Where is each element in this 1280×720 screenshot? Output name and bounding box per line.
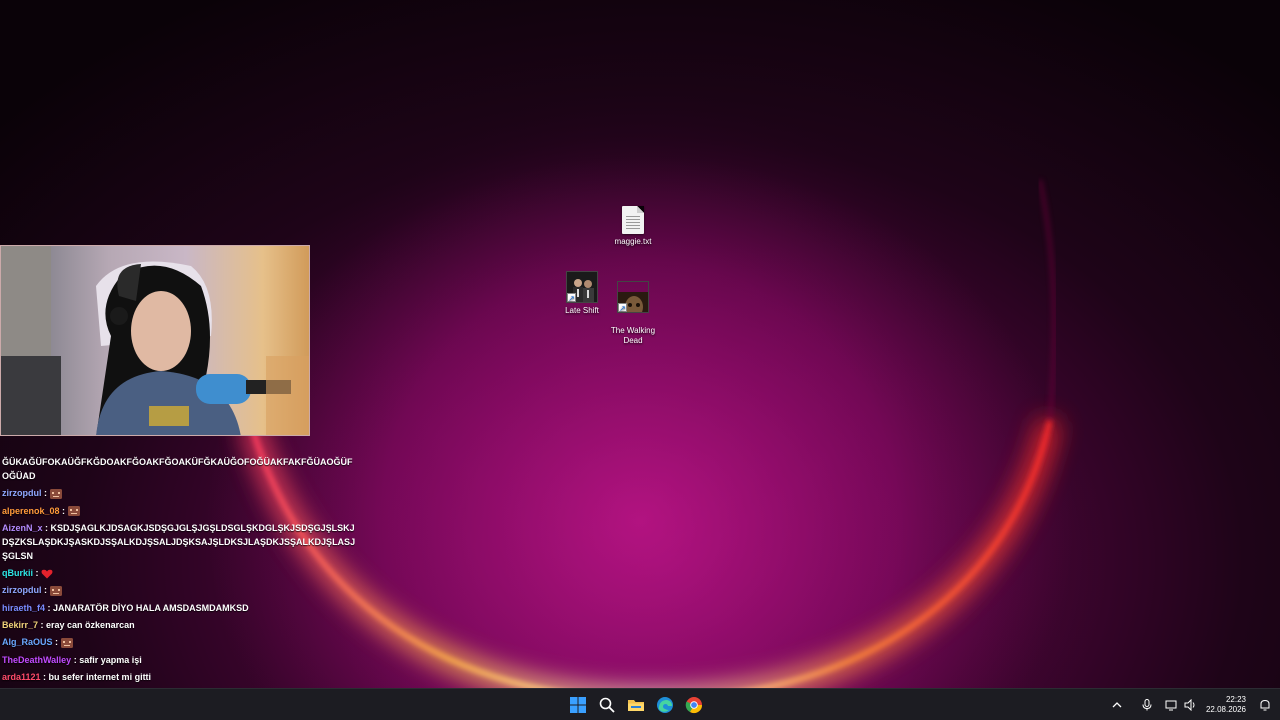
start-button[interactable] bbox=[568, 695, 588, 715]
search-button[interactable] bbox=[597, 695, 617, 715]
chat-separator: : bbox=[52, 637, 61, 648]
chat-separator: : bbox=[40, 671, 49, 682]
chat-separator: : bbox=[38, 620, 47, 631]
chat-username[interactable]: TheDeathWalley bbox=[2, 655, 71, 665]
chat-separator: : bbox=[42, 522, 51, 533]
show-hidden-icons-button[interactable] bbox=[1108, 696, 1126, 714]
chat-username[interactable]: Bekirr_7 bbox=[2, 620, 38, 630]
chat-separator: : bbox=[41, 585, 50, 596]
notification-icon bbox=[1260, 699, 1270, 711]
chat-message: Bekirr_7 : eray can özkenarcan bbox=[2, 618, 357, 632]
chat-username[interactable]: zirzopdul bbox=[2, 585, 42, 595]
desktop-icon-the-walking-dead[interactable]: ↗ The Walking Dead bbox=[603, 271, 663, 356]
chat-separator: : bbox=[33, 568, 42, 579]
volume-button[interactable] bbox=[1182, 696, 1200, 714]
chat-message: qBurkii : bbox=[2, 566, 357, 580]
chat-username[interactable]: alperenok_08 bbox=[2, 506, 60, 516]
face-emote-icon bbox=[49, 586, 62, 597]
chat-message: TheDeathWalley : safir yapma işi bbox=[2, 653, 357, 667]
chat-message: zirzopdul : bbox=[2, 583, 357, 597]
chat-username[interactable]: hiraeth_f4 bbox=[2, 603, 45, 613]
chat-username[interactable]: Alg_RaOUS bbox=[2, 637, 53, 647]
taskbar-apps bbox=[568, 689, 704, 720]
shortcut-arrow-icon: ↗ bbox=[567, 293, 576, 303]
chat-text: safir yapma işi bbox=[79, 654, 142, 665]
chat-separator: : bbox=[71, 654, 80, 665]
chat-username[interactable]: zirzopdul bbox=[2, 488, 42, 498]
clock-time: 22:23 bbox=[1225, 695, 1246, 704]
chat-username[interactable]: qBurkii bbox=[2, 568, 33, 578]
heart-icon bbox=[41, 569, 53, 579]
desktop-icon-label: The Walking Dead bbox=[610, 326, 656, 345]
system-tray: 22:23 22.08.2026 bbox=[1106, 689, 1280, 720]
file-explorer-button[interactable] bbox=[626, 695, 646, 715]
edge-button[interactable] bbox=[655, 695, 675, 715]
chat-message: Alg_RaOUS : bbox=[2, 635, 357, 649]
webcam-overlay bbox=[0, 245, 310, 436]
clock-date: 22.08.2026 bbox=[1205, 705, 1246, 714]
chat-separator: : bbox=[41, 488, 50, 499]
chrome-button[interactable] bbox=[684, 695, 704, 715]
notifications-button[interactable] bbox=[1256, 696, 1274, 714]
face-emote-icon bbox=[49, 488, 62, 499]
desktop-icon-label: maggie.txt bbox=[614, 237, 652, 246]
chat-text: eray can özkenarcan bbox=[46, 620, 135, 631]
desktop-icon-maggie-txt[interactable]: maggie.txt bbox=[603, 206, 663, 247]
chat-text: KSDJŞAGLKJDSAGKJSDŞGJGLŞJGŞLDSGLŞKDGLŞKJ… bbox=[2, 522, 356, 561]
late-shift-game-icon: ↗ bbox=[566, 271, 598, 303]
folder-icon bbox=[628, 700, 644, 711]
chat-message: alperenok_08 : bbox=[2, 504, 357, 518]
stream-chat-overlay: ĞÜKAĞÜFOKAÜĞFKĞDOAKFĞOAKFĞOAKÜFĞKAÜĞOFOĞ… bbox=[2, 455, 357, 720]
microphone-icon bbox=[1142, 699, 1152, 711]
chat-separator: : bbox=[45, 602, 54, 613]
clock[interactable]: 22:23 22.08.2026 bbox=[1206, 695, 1246, 715]
chat-text: bu sefer internet mi gitti bbox=[48, 671, 152, 682]
search-icon bbox=[599, 697, 615, 713]
network-button[interactable] bbox=[1162, 696, 1180, 714]
chat-text: JANARATÖR DİYO HALA AMSDASMDAMKSD bbox=[53, 602, 249, 613]
chat-separator: : bbox=[59, 505, 68, 516]
face-emote-icon bbox=[60, 638, 73, 648]
chat-message: zirzopdul : bbox=[2, 486, 357, 500]
chrome-icon bbox=[685, 697, 703, 714]
walking-dead-game-icon: ↗ bbox=[617, 281, 649, 313]
face-emote-icon bbox=[67, 506, 80, 517]
speaker-icon bbox=[1184, 699, 1195, 711]
chat-username[interactable]: arda1121 bbox=[2, 672, 41, 682]
taskbar: 22:23 22.08.2026 bbox=[0, 688, 1280, 720]
network-icon bbox=[1165, 700, 1177, 711]
windows-logo-icon bbox=[570, 697, 586, 713]
chat-message: arda1121 : bu sefer internet mi gitti bbox=[2, 670, 357, 684]
chat-message: ĞÜKAĞÜFOKAÜĞFKĞDOAKFĞOAKFĞOAKÜFĞKAÜĞOFOĞ… bbox=[2, 455, 357, 483]
microphone-button[interactable] bbox=[1138, 696, 1156, 714]
chat-message: hiraeth_f4 : JANARATÖR DİYO HALA AMSDASM… bbox=[2, 601, 357, 615]
shortcut-arrow-icon: ↗ bbox=[618, 303, 627, 313]
edge-icon bbox=[657, 697, 673, 713]
chat-username[interactable]: AizenN_x bbox=[2, 523, 43, 533]
chat-text: ĞÜKAĞÜFOKAÜĞFKĞDOAKFĞOAKFĞOAKÜFĞKAÜĞOFOĞ… bbox=[2, 457, 353, 481]
text-file-icon bbox=[622, 206, 644, 234]
webcam-feed bbox=[1, 246, 309, 435]
chat-message: AizenN_x : KSDJŞAGLKJDSAGKJSDŞGJGLŞJGŞLD… bbox=[2, 521, 357, 563]
chevron-up-icon bbox=[1112, 702, 1122, 708]
